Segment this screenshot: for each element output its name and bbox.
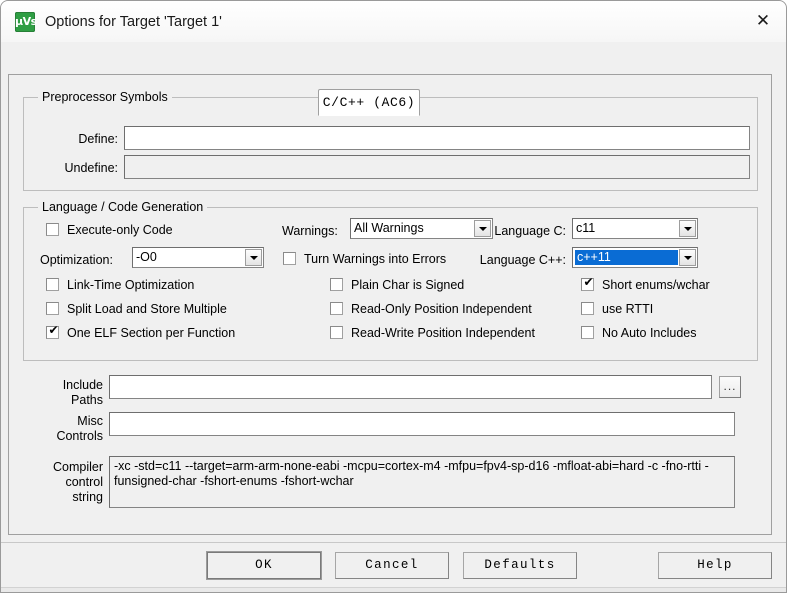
ok-button-label: OK [255, 558, 273, 572]
no-auto-includes-checkbox[interactable] [581, 326, 594, 339]
misc-controls-label-line1: Misc [77, 414, 103, 428]
language-cpp-value: c++11 [575, 250, 678, 265]
misc-controls-input[interactable] [109, 412, 735, 436]
language-c-value: c11 [576, 221, 596, 235]
ok-button[interactable]: OK [207, 552, 321, 579]
misc-controls-label-line2: Controls [56, 429, 103, 443]
window-bottom-edge [1, 587, 786, 592]
warnings-label: Warnings: [282, 224, 338, 238]
chevron-down-icon[interactable] [245, 249, 262, 266]
split-load-store-checkbox[interactable] [46, 302, 59, 315]
close-icon: ✕ [755, 11, 771, 31]
options-dialog: µVs Options for Target 'Target 1' ✕ Devi… [0, 0, 787, 593]
chevron-down-icon[interactable] [679, 220, 696, 237]
defaults-button-label: Defaults [484, 558, 556, 572]
uvision-logo-icon: µVs [15, 12, 37, 32]
read-write-position-independent-label: Read-Write Position Independent [351, 326, 535, 340]
no-auto-includes-label: No Auto Includes [602, 326, 697, 340]
plain-char-signed-label: Plain Char is Signed [351, 278, 465, 292]
cancel-button-label: Cancel [365, 558, 419, 572]
undefine-input[interactable] [124, 155, 750, 179]
close-button[interactable]: ✕ [740, 1, 786, 42]
defaults-button[interactable]: Defaults [463, 552, 577, 579]
cancel-button[interactable]: Cancel [335, 552, 449, 579]
compiler-control-string-text[interactable]: -xc -std=c11 --target=arm-arm-none-eabi … [109, 456, 735, 508]
turn-warnings-into-errors-label: Turn Warnings into Errors [304, 252, 447, 266]
include-paths-label-line1: Include [62, 378, 103, 392]
compiler-control-string-label-line1: Compiler [52, 460, 103, 474]
language-cpp-combo[interactable]: c++11 [572, 247, 698, 268]
page-title: Options for Target 'Target 1' [45, 14, 222, 30]
read-only-position-independent-checkbox[interactable] [330, 302, 343, 315]
include-paths-browse-button[interactable]: ... [719, 376, 741, 398]
check-icon: ✔ [583, 275, 594, 289]
use-rtti-checkbox[interactable] [581, 302, 594, 315]
uvision-logo-glyph: µVs [15, 15, 37, 28]
short-enums-wchar-checkbox[interactable]: ✔ [581, 275, 594, 291]
language-code-generation-group: Language / Code Generation Execute-only … [23, 200, 758, 361]
title-bar: µVs Options for Target 'Target 1' ✕ [1, 1, 786, 42]
tab-panel-c-cpp: Preprocessor Symbols Define: Undefine: L… [8, 74, 772, 535]
tab-strip: Device Target Output Listing User C/C++ … [1, 42, 786, 116]
ellipsis-icon: ... [723, 379, 737, 393]
link-time-optimization-checkbox[interactable] [46, 278, 59, 291]
read-write-position-independent-checkbox[interactable] [330, 326, 343, 339]
read-only-position-independent-label: Read-Only Position Independent [351, 302, 532, 316]
include-paths-input[interactable] [109, 375, 712, 399]
turn-warnings-into-errors-checkbox[interactable] [283, 252, 296, 265]
compiler-control-string-label-line2: control [65, 475, 103, 489]
compiler-control-string-label-line3: string [72, 490, 103, 504]
chevron-down-icon[interactable] [679, 249, 696, 266]
optimization-value: -O0 [136, 250, 157, 264]
warnings-combo[interactable]: All Warnings [350, 218, 493, 239]
split-load-store-label: Split Load and Store Multiple [67, 302, 227, 316]
include-paths-label-line2: Paths [71, 393, 103, 407]
short-enums-wchar-label: Short enums/wchar [602, 278, 710, 292]
language-code-generation-title: Language / Code Generation [38, 200, 208, 214]
define-label: Define: [78, 132, 118, 146]
undefine-label: Undefine: [64, 161, 118, 175]
language-c-combo[interactable]: c11 [572, 218, 698, 239]
optimization-label: Optimization: [40, 253, 113, 267]
tab-c-cpp-ac6[interactable]: C/C++ (AC6) [318, 89, 420, 116]
execute-only-code-label: Execute-only Code [67, 223, 173, 237]
plain-char-signed-checkbox[interactable] [330, 278, 343, 291]
check-icon: ✔ [48, 323, 59, 337]
dialog-footer: OK Cancel Defaults Help [1, 543, 786, 592]
preprocessor-symbols-title: Preprocessor Symbols [38, 90, 172, 104]
one-elf-section-checkbox[interactable]: ✔ [46, 323, 59, 339]
language-cpp-label: Language C++: [479, 253, 566, 267]
help-button[interactable]: Help [658, 552, 772, 579]
one-elf-section-label: One ELF Section per Function [67, 326, 236, 340]
optimization-combo[interactable]: -O0 [132, 247, 264, 268]
use-rtti-label: use RTTI [602, 302, 654, 316]
language-c-label: Language C: [494, 224, 566, 238]
help-button-label: Help [697, 558, 733, 572]
warnings-value: All Warnings [354, 221, 424, 235]
link-time-optimization-label: Link-Time Optimization [67, 278, 195, 292]
execute-only-code-checkbox[interactable] [46, 223, 59, 236]
define-input[interactable] [124, 126, 750, 150]
